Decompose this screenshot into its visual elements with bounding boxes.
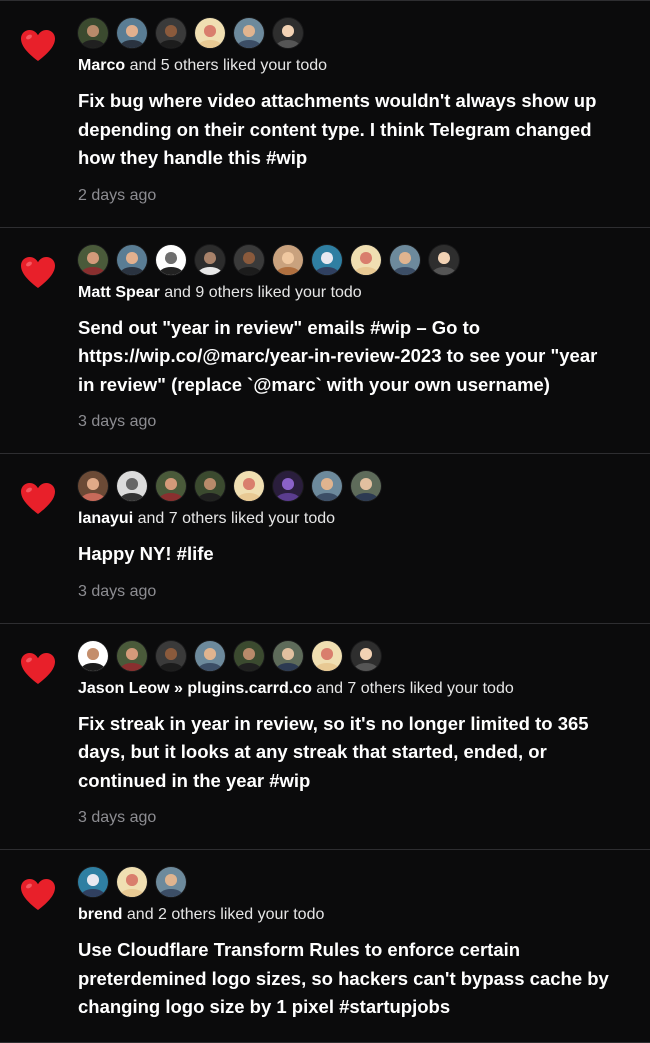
timestamp: 2 days ago bbox=[78, 186, 157, 204]
todo-text[interactable]: Send out "year in review" emails #wip – … bbox=[78, 314, 630, 400]
avatar[interactable] bbox=[273, 244, 303, 275]
liker-name-link[interactable]: brend bbox=[78, 906, 122, 923]
like-summary: Marco and 5 others liked your todo bbox=[78, 55, 630, 77]
avatar[interactable] bbox=[429, 244, 459, 275]
like-summary: Jason Leow » plugins.carrd.co and 7 othe… bbox=[78, 678, 630, 700]
avatar[interactable] bbox=[234, 18, 264, 48]
avatar[interactable] bbox=[351, 471, 381, 501]
todo-text[interactable]: Fix streak in year in review, so it's no… bbox=[78, 710, 630, 796]
avatar[interactable] bbox=[273, 18, 303, 48]
avatar[interactable] bbox=[78, 244, 108, 275]
todo-text[interactable]: Happy NY! #life bbox=[78, 540, 630, 569]
avatar[interactable] bbox=[195, 640, 225, 671]
liker-avatars bbox=[78, 244, 630, 276]
avatar[interactable] bbox=[117, 244, 147, 275]
red-heart-icon bbox=[20, 256, 56, 290]
avatar[interactable] bbox=[273, 640, 303, 671]
like-summary-text: and 9 others liked your todo bbox=[159, 283, 362, 301]
red-heart-icon bbox=[20, 652, 56, 686]
notification-item[interactable]: Matt Spear and 9 others liked your todo … bbox=[0, 228, 650, 454]
notification-feed: Marco and 5 others liked your todo Fix b… bbox=[0, 0, 650, 1043]
liker-avatars bbox=[78, 470, 630, 502]
avatar[interactable] bbox=[234, 244, 264, 275]
like-summary-text: and 5 others liked your todo bbox=[125, 57, 328, 74]
red-heart-icon bbox=[20, 878, 56, 912]
avatar[interactable] bbox=[195, 18, 225, 48]
notification-item[interactable]: brend and 2 others liked your todo Use C… bbox=[0, 850, 650, 1043]
avatar[interactable] bbox=[195, 471, 225, 501]
liker-name-link[interactable]: Jason Leow » plugins.carrd.co bbox=[78, 680, 312, 697]
avatar[interactable] bbox=[195, 244, 225, 275]
liker-avatars bbox=[78, 640, 630, 672]
avatar[interactable] bbox=[273, 471, 303, 501]
avatar[interactable] bbox=[390, 244, 420, 275]
avatar[interactable] bbox=[312, 244, 342, 275]
avatar[interactable] bbox=[351, 244, 381, 275]
timestamp: 3 days ago bbox=[78, 809, 157, 826]
liker-name-link[interactable]: Matt Spear bbox=[78, 284, 160, 301]
avatar[interactable] bbox=[312, 640, 342, 671]
avatar[interactable] bbox=[312, 471, 342, 501]
like-summary-text: and 7 others liked your todo bbox=[311, 679, 514, 697]
avatar[interactable] bbox=[156, 244, 186, 275]
avatar[interactable] bbox=[156, 471, 186, 501]
avatar[interactable] bbox=[117, 640, 147, 671]
avatar[interactable] bbox=[117, 471, 147, 501]
liker-avatars bbox=[78, 866, 630, 898]
avatar[interactable] bbox=[234, 471, 264, 501]
notification-item[interactable]: lanayui and 7 others liked your todo Hap… bbox=[0, 454, 650, 624]
notification-item[interactable]: Marco and 5 others liked your todo Fix b… bbox=[0, 0, 650, 228]
avatar[interactable] bbox=[78, 18, 108, 48]
avatar[interactable] bbox=[78, 867, 108, 897]
avatar[interactable] bbox=[234, 640, 264, 671]
avatar[interactable] bbox=[156, 640, 186, 671]
liker-avatars bbox=[78, 17, 630, 49]
like-summary-text: and 2 others liked your todo bbox=[122, 906, 325, 923]
avatar[interactable] bbox=[78, 640, 108, 671]
avatar[interactable] bbox=[351, 640, 381, 671]
notification-item[interactable]: Jason Leow » plugins.carrd.co and 7 othe… bbox=[0, 624, 650, 850]
avatar[interactable] bbox=[156, 18, 186, 48]
timestamp: 3 days ago bbox=[78, 582, 157, 600]
like-summary: brend and 2 others liked your todo bbox=[78, 904, 630, 926]
timestamp: 3 days ago bbox=[78, 413, 157, 430]
avatar[interactable] bbox=[156, 867, 186, 897]
like-summary-text: and 7 others liked your todo bbox=[133, 510, 336, 527]
avatar[interactable] bbox=[117, 867, 147, 897]
todo-text[interactable]: Use Cloudflare Transform Rules to enforc… bbox=[78, 936, 630, 1022]
avatar[interactable] bbox=[117, 18, 147, 48]
like-summary: Matt Spear and 9 others liked your todo bbox=[78, 282, 630, 304]
todo-text[interactable]: Fix bug where video attachments wouldn't… bbox=[78, 87, 630, 173]
liker-name-link[interactable]: Marco bbox=[78, 57, 125, 74]
red-heart-icon bbox=[20, 29, 56, 63]
avatar[interactable] bbox=[78, 471, 108, 501]
liker-name-link[interactable]: lanayui bbox=[78, 510, 133, 527]
red-heart-icon bbox=[20, 482, 56, 516]
like-summary: lanayui and 7 others liked your todo bbox=[78, 508, 630, 530]
